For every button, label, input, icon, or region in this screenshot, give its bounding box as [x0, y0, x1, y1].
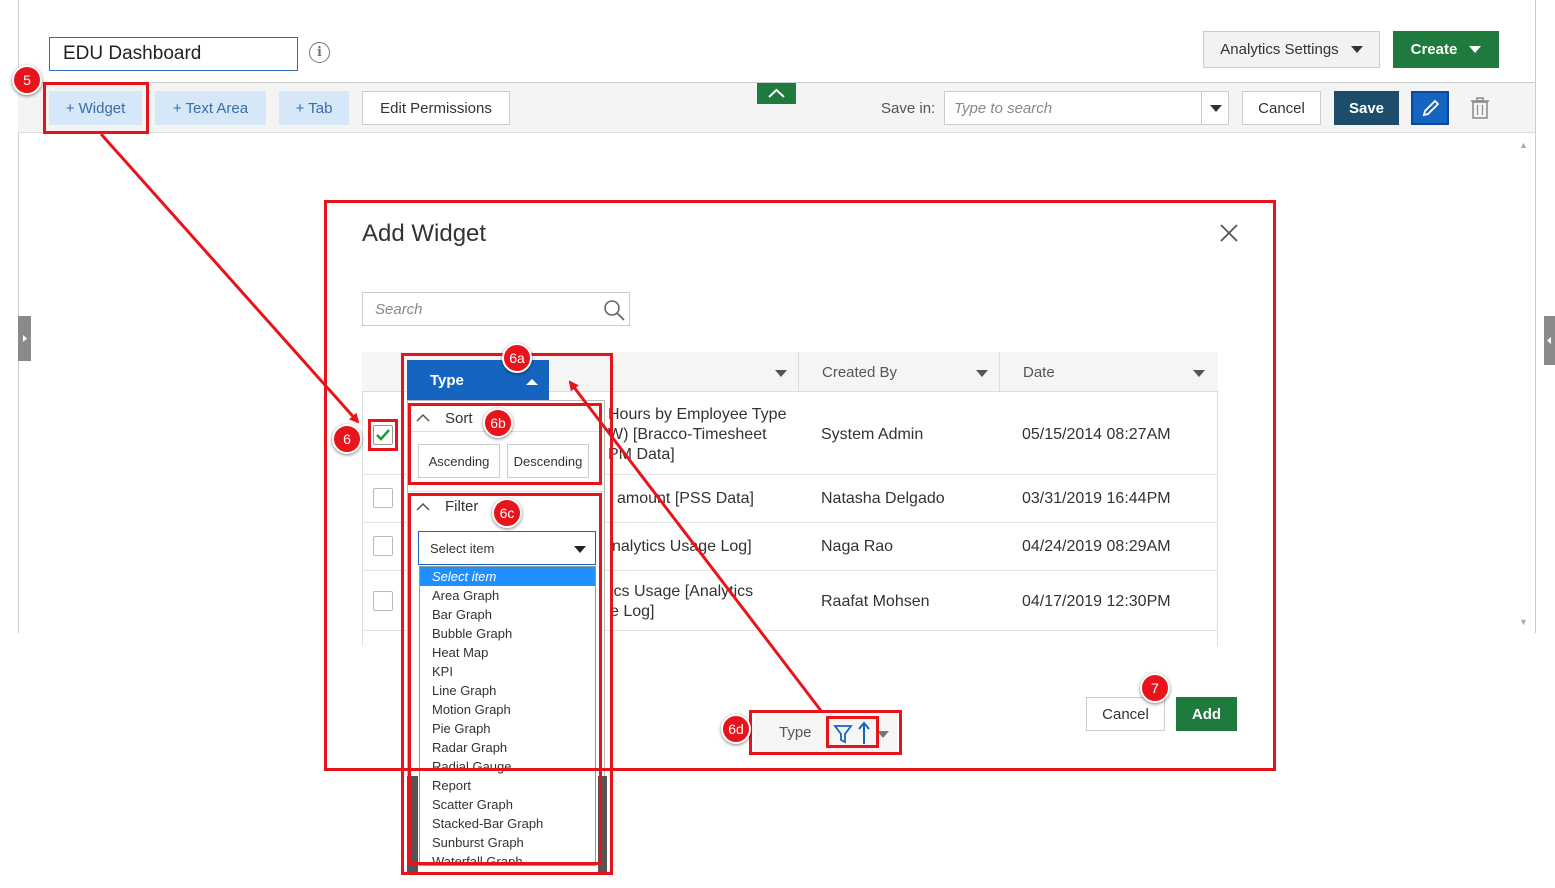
annotation-badge-7: 7 — [1140, 673, 1170, 703]
annotation-badge-6: 6 — [332, 424, 362, 454]
annotation-box-filter-icon — [826, 716, 879, 748]
annotation-arrow-5-to-6 — [99, 133, 360, 424]
annotation-badge-6c: 6c — [492, 498, 522, 528]
annotation-badge-6b: 6b — [483, 408, 513, 438]
annotation-box-checkbox — [368, 419, 398, 451]
annotation-badge-5: 5 — [12, 65, 42, 95]
annotation-box-filter — [408, 493, 602, 865]
annotation-badge-6a: 6a — [502, 343, 532, 373]
annotation-badge-6d: 6d — [721, 714, 751, 744]
annotation-box-widget — [43, 82, 149, 134]
